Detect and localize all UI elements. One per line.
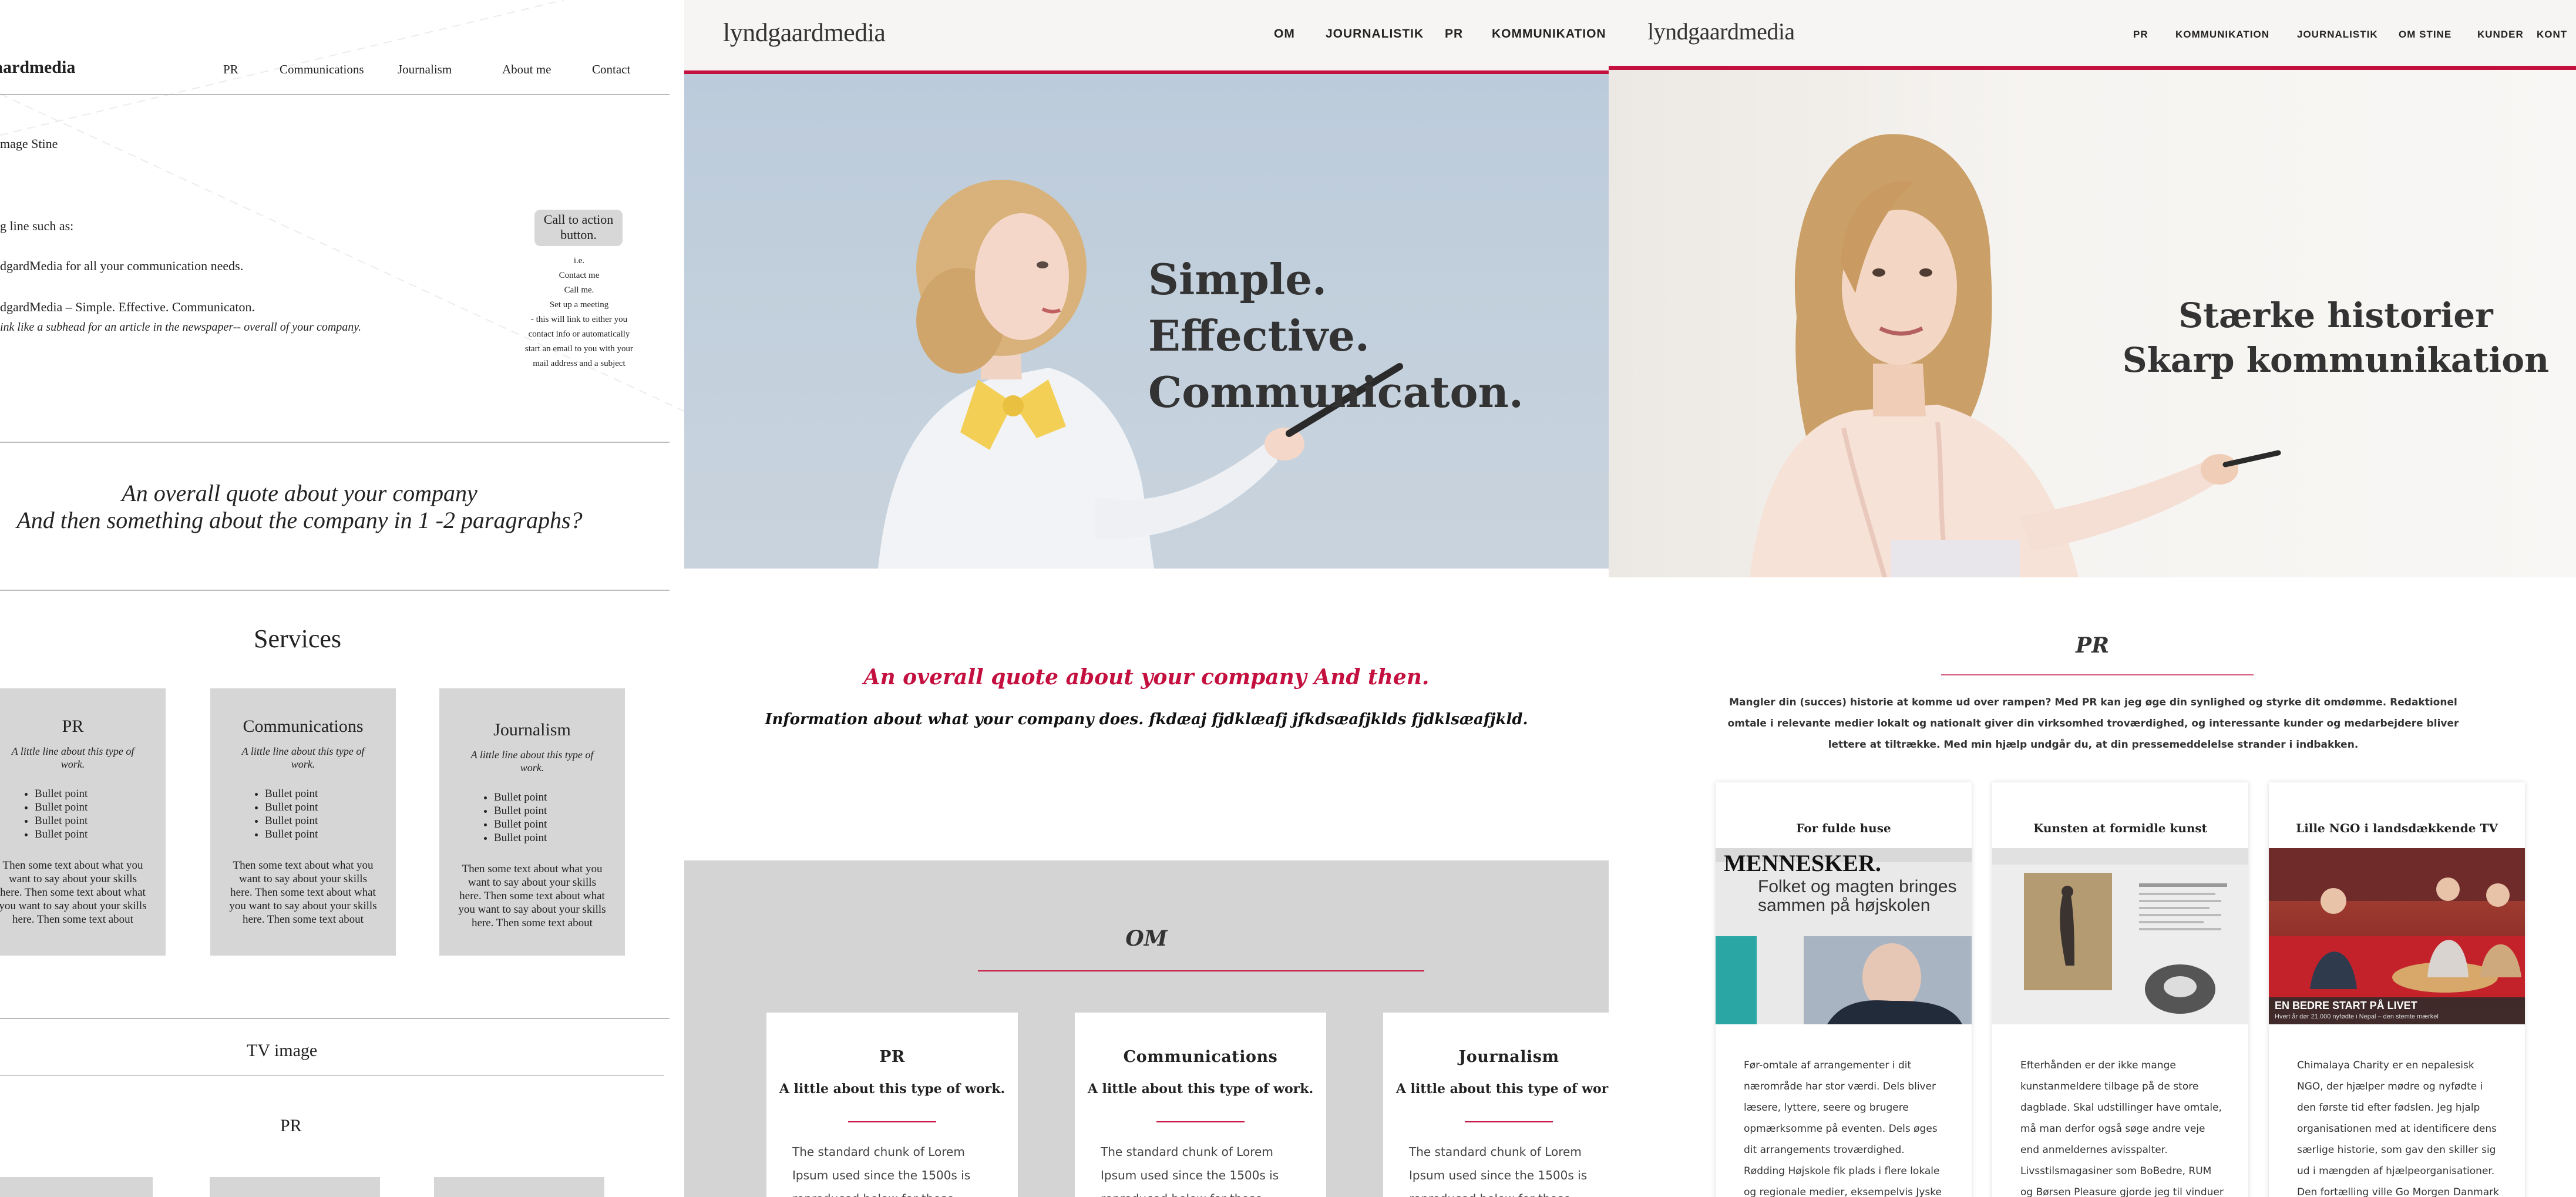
service-card-pr: PR A little line about this type of work… <box>0 688 166 956</box>
case-card-kunst[interactable]: Kunsten at formidle kunst Efterhånden er… <box>1992 782 2248 1197</box>
placeholder-box <box>0 1177 153 1197</box>
service-card-communications: Communications A little line about this … <box>210 688 396 956</box>
wireframe-panel: aardmedia PR Communications Journalism A… <box>0 0 685 1197</box>
divider <box>0 1018 670 1019</box>
quote-line-2: And then something about the company in … <box>16 507 583 533</box>
image-caption: mage Stine <box>0 136 58 151</box>
line-intro: g line such as: <box>0 218 74 233</box>
site-logo[interactable]: lyndgaardmedia <box>723 18 886 48</box>
pr-intro-text: Mangler din (succes) historie at komme u… <box>1727 697 2459 751</box>
pr-heading: PR <box>280 1116 302 1135</box>
wf-nav-journalism[interactable]: Journalism <box>398 62 452 77</box>
tv-caption: EN BEDRE START PÅ LIVET <box>2275 1000 2417 1011</box>
line-option-1: dgardMedia for all your communication ne… <box>0 258 244 273</box>
cta-button[interactable]: Call to action button. <box>534 210 623 246</box>
hero-headline: Simple. Effective. Communicaton. <box>1148 254 1524 417</box>
service-card-communications: Communications A little about this type … <box>1075 1013 1326 1197</box>
hero-headline: Stærke historier Skarp kommunikation <box>2122 295 2550 380</box>
divider <box>0 1075 664 1076</box>
om-heading: OM <box>1125 926 1168 951</box>
company-quote: An overall quote about your company And … <box>863 665 1430 690</box>
service-card-journalism: Journalism A little about this type of w… <box>1383 1013 1609 1197</box>
nav-kontakt[interactable]: KONT <box>2537 29 2567 41</box>
quote-line-1: An overall quote about your company <box>122 480 477 506</box>
service-card-pr: PR A little about this type of work. The… <box>766 1013 1018 1197</box>
wf-nav-pr[interactable]: PR <box>223 62 238 77</box>
cta-notes: i.e. Contact me Call me. Set up a meetin… <box>524 256 634 368</box>
line-option-2: dgardMedia – Simple. Effective. Communic… <box>0 300 255 314</box>
line-option-3: ink like a subhead for an article in the… <box>0 321 362 334</box>
service-card-journalism: Journalism A little line about this type… <box>439 688 625 956</box>
divider <box>0 94 670 95</box>
case-card-ngo-tv[interactable]: Lille NGO i landsdækkende TV EN BEDRE ST… <box>2269 782 2525 1197</box>
hero-banner: Simple. Effective. Communicaton. <box>684 74 1609 569</box>
placeholder-box <box>434 1177 604 1197</box>
hero-banner: Stærke historier Skarp kommunikation <box>1609 70 2576 577</box>
divider <box>0 590 670 591</box>
nav-kunder[interactable]: KUNDER <box>2477 29 2524 41</box>
wf-nav-communications[interactable]: Communications <box>280 62 364 77</box>
heading-underline <box>1941 674 2254 675</box>
services-heading: Services <box>254 624 342 653</box>
site-logo[interactable]: lyndgaardmedia <box>1647 18 1795 45</box>
nav-kommunikation[interactable]: KOMMUNIKATION <box>1492 27 1606 41</box>
magazine-spread-image <box>1992 848 2248 1024</box>
divider <box>0 442 670 443</box>
wf-nav-contact[interactable]: Contact <box>592 62 630 77</box>
nav-om-stine[interactable]: OM STINE <box>2399 29 2451 41</box>
draft-site-panel: lyndgaardmedia OM JOURNALISTIK PR KOMMUN… <box>684 0 1609 1197</box>
nav-pr[interactable]: PR <box>1445 27 1463 41</box>
tv-subcaption: Hvert år dør 21.000 nyfødte i Nepal – de… <box>2275 1013 2439 1020</box>
site-header: lyndgaardmedia PR KOMMUNIKATION JOURNALI… <box>1609 0 2576 70</box>
wireframe-logo: aardmedia <box>0 58 76 77</box>
nav-om[interactable]: OM <box>1274 27 1295 41</box>
final-site-panel: lyndgaardmedia PR KOMMUNIKATION JOURNALI… <box>1609 0 2576 1197</box>
tv-studio-image: EN BEDRE START PÅ LIVET Hvert år dør 21.… <box>2269 848 2525 1024</box>
nav-kommunikation[interactable]: KOMMUNIKATION <box>2175 29 2269 41</box>
tv-image-heading: TV image <box>247 1041 318 1060</box>
nav-journalistik[interactable]: JOURNALISTIK <box>1326 27 1424 41</box>
wf-nav-about[interactable]: About me <box>502 62 551 77</box>
pr-heading: PR <box>2076 633 2109 658</box>
site-header: lyndgaardmedia OM JOURNALISTIK PR KOMMUN… <box>684 0 1609 74</box>
placeholder-box <box>210 1177 380 1197</box>
nav-pr[interactable]: PR <box>2133 29 2148 41</box>
case-card-fulde-huse[interactable]: For fulde huse MENNESKER. Folket og magt… <box>1716 782 1972 1197</box>
newspaper-clipping-image: MENNESKER. Folket og magten bringes samm… <box>1716 848 1972 1024</box>
company-info: Information about what your company does… <box>765 711 1528 728</box>
heading-underline <box>978 970 1424 971</box>
nav-journalistik[interactable]: JOURNALISTIK <box>2297 29 2378 41</box>
